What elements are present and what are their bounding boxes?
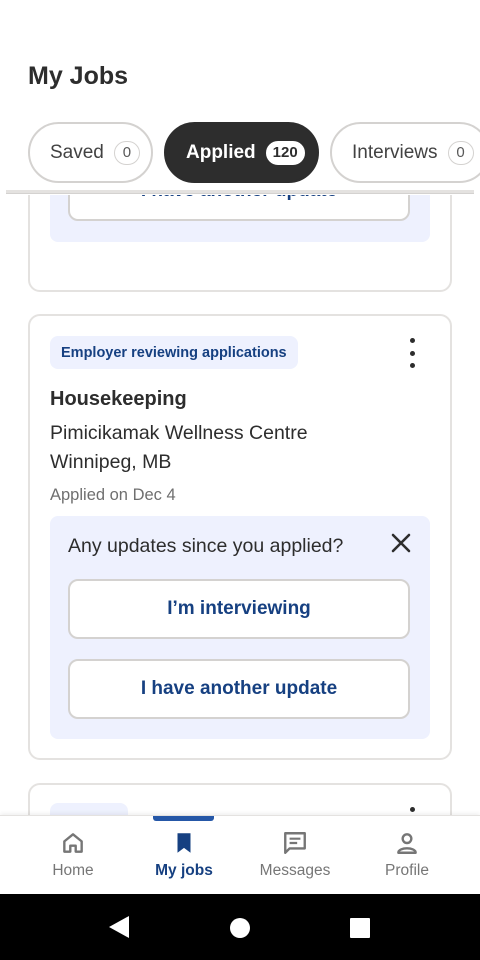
update-prompt-box: Any updates since you applied? I’m inter… bbox=[50, 516, 430, 739]
update-prompt-box: I have another update bbox=[50, 195, 430, 242]
company-name: Pimicikamak Wellness Centre bbox=[50, 422, 308, 444]
person-icon bbox=[397, 833, 417, 854]
tab-applied-label: Applied bbox=[186, 141, 256, 163]
nav-messages-label: Messages bbox=[259, 862, 331, 879]
page-title: My Jobs bbox=[28, 62, 129, 90]
bottom-navigation: Home My jobs Messages Profile bbox=[0, 815, 480, 894]
system-navigation-bar bbox=[0, 894, 480, 960]
job-title[interactable]: Housekeeping bbox=[50, 388, 187, 411]
system-home-icon[interactable] bbox=[229, 917, 251, 939]
job-card-housekeeping[interactable]: Employer reviewing applications Housekee… bbox=[28, 314, 452, 760]
nav-profile[interactable]: Profile bbox=[351, 816, 463, 895]
nav-my-jobs-label: My jobs bbox=[155, 862, 213, 879]
system-recents-icon[interactable] bbox=[349, 917, 371, 939]
tab-saved-count: 0 bbox=[113, 140, 140, 165]
job-card-previous: I have another update bbox=[28, 195, 452, 292]
nav-home[interactable]: Home bbox=[17, 816, 129, 895]
more-options-icon[interactable] bbox=[400, 807, 424, 815]
job-card-next[interactable] bbox=[28, 783, 452, 815]
tab-saved[interactable]: Saved 0 bbox=[28, 122, 153, 183]
nav-home-label: Home bbox=[52, 862, 94, 879]
applied-jobs-list[interactable]: I have another update Employer reviewing… bbox=[0, 195, 480, 815]
tab-interviews-count: 0 bbox=[447, 140, 474, 165]
nav-my-jobs[interactable]: My jobs bbox=[128, 816, 240, 895]
system-back-icon[interactable] bbox=[108, 915, 130, 939]
tabs-divider bbox=[6, 190, 474, 194]
another-update-button[interactable]: I have another update bbox=[68, 659, 410, 719]
job-status-tabs: Saved 0 Applied 120 Interviews 0 bbox=[28, 122, 480, 184]
nav-profile-label: Profile bbox=[385, 862, 429, 879]
another-update-button[interactable]: I have another update bbox=[68, 195, 410, 221]
tab-interviews-label: Interviews bbox=[352, 141, 438, 163]
status-badge bbox=[50, 803, 128, 815]
job-location: Winnipeg, MB bbox=[50, 451, 172, 473]
tab-applied-count: 120 bbox=[265, 140, 305, 165]
bookmark-icon bbox=[177, 833, 191, 853]
tab-interviews[interactable]: Interviews 0 bbox=[330, 122, 480, 183]
status-badge: Employer reviewing applications bbox=[50, 336, 298, 369]
interviewing-button[interactable]: I’m interviewing bbox=[68, 579, 410, 639]
close-icon[interactable] bbox=[390, 532, 412, 554]
update-question: Any updates since you applied? bbox=[68, 535, 344, 557]
more-options-icon[interactable] bbox=[400, 338, 424, 368]
home-icon bbox=[63, 833, 83, 853]
nav-messages[interactable]: Messages bbox=[239, 816, 351, 895]
tab-saved-label: Saved bbox=[50, 141, 104, 163]
message-icon bbox=[284, 832, 306, 854]
tab-applied[interactable]: Applied 120 bbox=[164, 122, 319, 183]
applied-date: Applied on Dec 4 bbox=[50, 486, 176, 504]
